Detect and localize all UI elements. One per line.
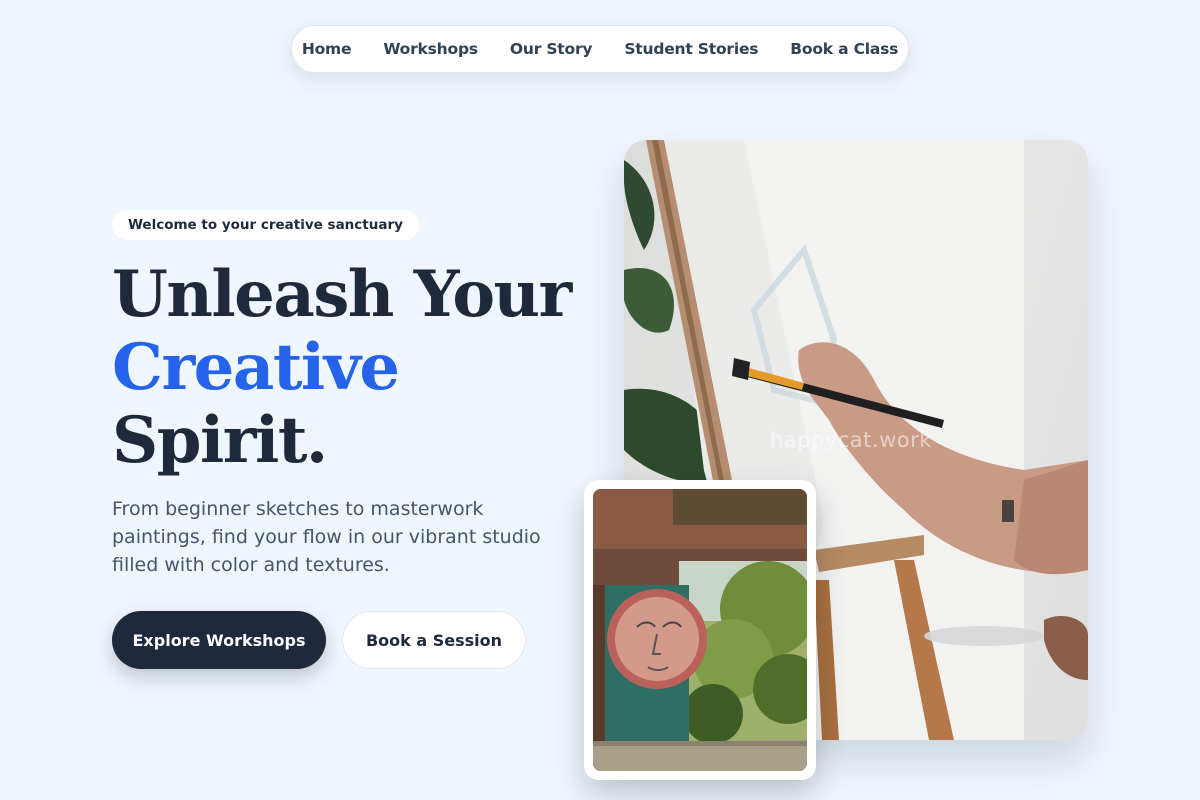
nav-book-a-class-link[interactable]: Book a Class bbox=[790, 40, 898, 58]
image-watermark: happycat.work bbox=[770, 428, 932, 452]
mural-illustration bbox=[593, 489, 807, 771]
welcome-badge: Welcome to your creative sanctuary bbox=[112, 210, 419, 240]
explore-workshops-button[interactable]: Explore Workshops bbox=[112, 611, 326, 669]
headline-line-1: Unleash Your bbox=[112, 257, 572, 332]
nav-workshops-link[interactable]: Workshops bbox=[383, 40, 478, 58]
nav-student-stories-link[interactable]: Student Stories bbox=[624, 40, 758, 58]
nav-our-story-link[interactable]: Our Story bbox=[510, 40, 593, 58]
book-session-button[interactable]: Book a Session bbox=[342, 611, 526, 669]
top-nav: Home Workshops Our Story Student Stories… bbox=[291, 25, 909, 73]
mural-inset-image bbox=[584, 480, 816, 780]
hero-subtext: From beginner sketches to masterwork pai… bbox=[112, 498, 541, 576]
hero-headline: Unleash Your Creative Spirit. bbox=[112, 258, 582, 477]
headline-line-2-accent: Creative bbox=[112, 330, 400, 405]
nav-home-link[interactable]: Home bbox=[302, 40, 352, 58]
headline-line-3: Spirit. bbox=[112, 403, 328, 478]
